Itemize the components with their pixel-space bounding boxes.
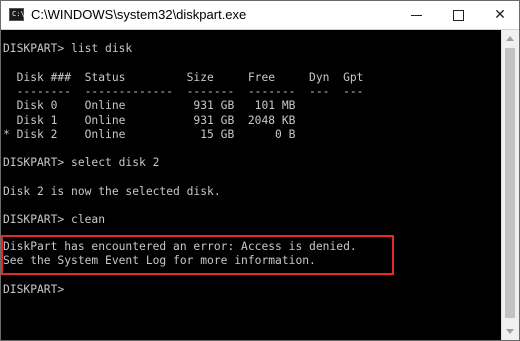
console-line: DISKPART> select disk 2 [3, 156, 160, 169]
console-output[interactable]: DISKPART> list disk Disk ### Status Size… [1, 30, 501, 340]
minimize-button[interactable] [397, 1, 437, 29]
vertical-scrollbar[interactable] [501, 30, 519, 340]
console-line: DISKPART> clean [3, 213, 106, 226]
close-button[interactable]: ✕ [480, 1, 520, 29]
title-bar[interactable]: C:\ C:\WINDOWS\system32\diskpart.exe ✕ [1, 1, 519, 30]
scroll-thumb[interactable] [505, 48, 515, 318]
window-title: C:\WINDOWS\system32\diskpart.exe [31, 7, 247, 22]
error-line: See the System Event Log for more inform… [3, 254, 316, 267]
minimize-icon [411, 15, 422, 16]
console-line: Disk 1 Online 931 GB 2048 KB [3, 114, 296, 127]
console-line: Disk 2 is now the selected disk. [3, 185, 221, 198]
diskpart-window: C:\ C:\WINDOWS\system32\diskpart.exe ✕ D… [0, 0, 520, 341]
error-line: DiskPart has encountered an error: Acces… [3, 240, 357, 253]
scroll-down-icon[interactable] [506, 329, 514, 334]
close-icon: ✕ [494, 7, 506, 23]
console-line: Disk 0 Online 931 GB 101 MB [3, 99, 296, 112]
console-line: * Disk 2 Online 15 GB 0 B [3, 128, 296, 141]
scroll-up-icon[interactable] [506, 36, 514, 41]
console-icon-glyph: C:\ [12, 10, 25, 18]
console-line: Disk ### Status Size Free Dyn Gpt [3, 71, 364, 84]
console-line: DISKPART> list disk [3, 42, 133, 55]
console-line: -------- ------------- ------- ------- -… [3, 85, 364, 98]
maximize-icon [453, 10, 464, 21]
console-app-icon: C:\ [9, 8, 25, 21]
maximize-button[interactable] [439, 1, 479, 29]
prompt-line: DISKPART> [3, 283, 65, 296]
